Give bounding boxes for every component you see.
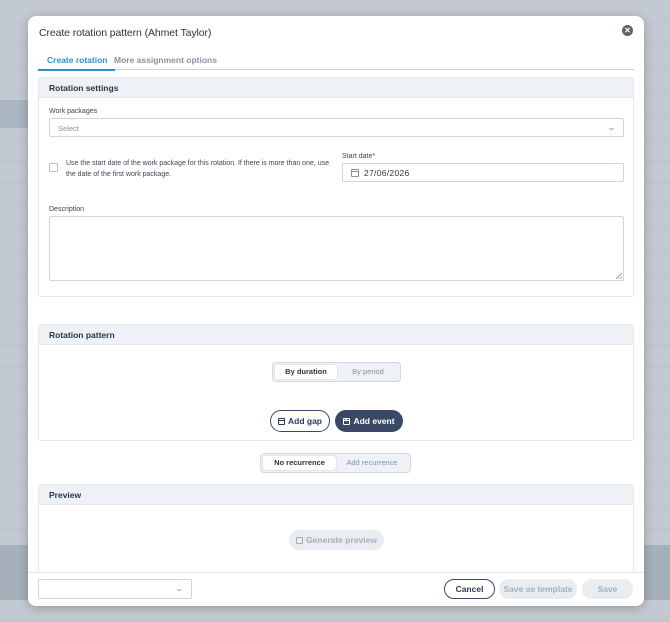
- work-packages-placeholder: Select: [58, 124, 79, 133]
- preview-icon: [296, 537, 304, 544]
- work-packages-select[interactable]: Select ⌄: [49, 118, 624, 137]
- rotation-settings-heading: Rotation settings: [39, 78, 633, 98]
- description-label: Description: [49, 206, 85, 213]
- add-event-label: Add event: [353, 416, 395, 426]
- modal-tabs: Create rotation More assignment options: [37, 52, 634, 71]
- start-date-field[interactable]: 27/06/2026: [342, 163, 624, 182]
- start-date-label: Start date*: [342, 153, 376, 160]
- recurrence-toggle: No recurrence Add recurrence: [260, 453, 411, 473]
- backdrop-row-highlight: [0, 100, 28, 128]
- tab-create-rotation[interactable]: Create rotation: [37, 55, 117, 71]
- cancel-button[interactable]: Cancel: [444, 579, 495, 599]
- template-select[interactable]: ⌄: [38, 579, 192, 599]
- use-start-date-checkbox[interactable]: [49, 163, 58, 172]
- tab-more-assignment-options[interactable]: More assignment options: [114, 55, 217, 65]
- generate-preview-button[interactable]: Generate preview: [289, 530, 384, 550]
- mode-by-period[interactable]: By period: [337, 365, 399, 379]
- create-rotation-modal: Create rotation pattern (Ahmet Taylor) ✕…: [28, 16, 644, 606]
- save-button[interactable]: Save: [582, 579, 633, 599]
- add-gap-label: Add gap: [288, 416, 322, 426]
- use-start-date-text: Use the start date of the work package f…: [66, 160, 330, 178]
- chevron-down-icon: ⌄: [606, 123, 617, 132]
- no-recurrence-option[interactable]: No recurrence: [263, 456, 336, 470]
- close-icon[interactable]: ✕: [622, 25, 633, 36]
- rotation-pattern-heading: Rotation pattern: [39, 325, 633, 345]
- chevron-down-icon: ⌄: [174, 584, 185, 593]
- calendar-plus-icon: [343, 416, 351, 426]
- add-event-button[interactable]: Add event: [335, 410, 403, 432]
- modal-body[interactable]: Rotation settings Work packages Select ⌄…: [28, 76, 644, 578]
- generate-preview-label: Generate preview: [306, 535, 377, 545]
- preview-section: Preview Generate preview: [38, 484, 634, 578]
- rotation-settings-section: Rotation settings Work packages Select ⌄…: [38, 77, 634, 297]
- modal-title: Create rotation pattern (Ahmet Taylor): [39, 27, 212, 39]
- description-textarea[interactable]: [49, 216, 624, 281]
- mode-by-duration[interactable]: By duration: [275, 365, 337, 379]
- add-recurrence-option[interactable]: Add recurrence: [336, 456, 408, 470]
- work-packages-label: Work packages: [49, 108, 98, 115]
- calendar-icon: [351, 169, 359, 177]
- modal-footer: ⌄ Cancel Save as template Save: [28, 572, 644, 606]
- calendar-icon: [278, 418, 285, 425]
- start-date-value: 27/06/2026: [364, 168, 410, 178]
- preview-heading: Preview: [39, 485, 633, 505]
- save-as-template-button[interactable]: Save as template: [499, 579, 577, 599]
- rotation-pattern-section: Rotation pattern By duration By period A…: [38, 324, 634, 441]
- rotation-mode-toggle: By duration By period: [272, 362, 401, 382]
- textarea-resize-handle[interactable]: [616, 273, 622, 279]
- add-gap-button[interactable]: Add gap: [270, 410, 330, 432]
